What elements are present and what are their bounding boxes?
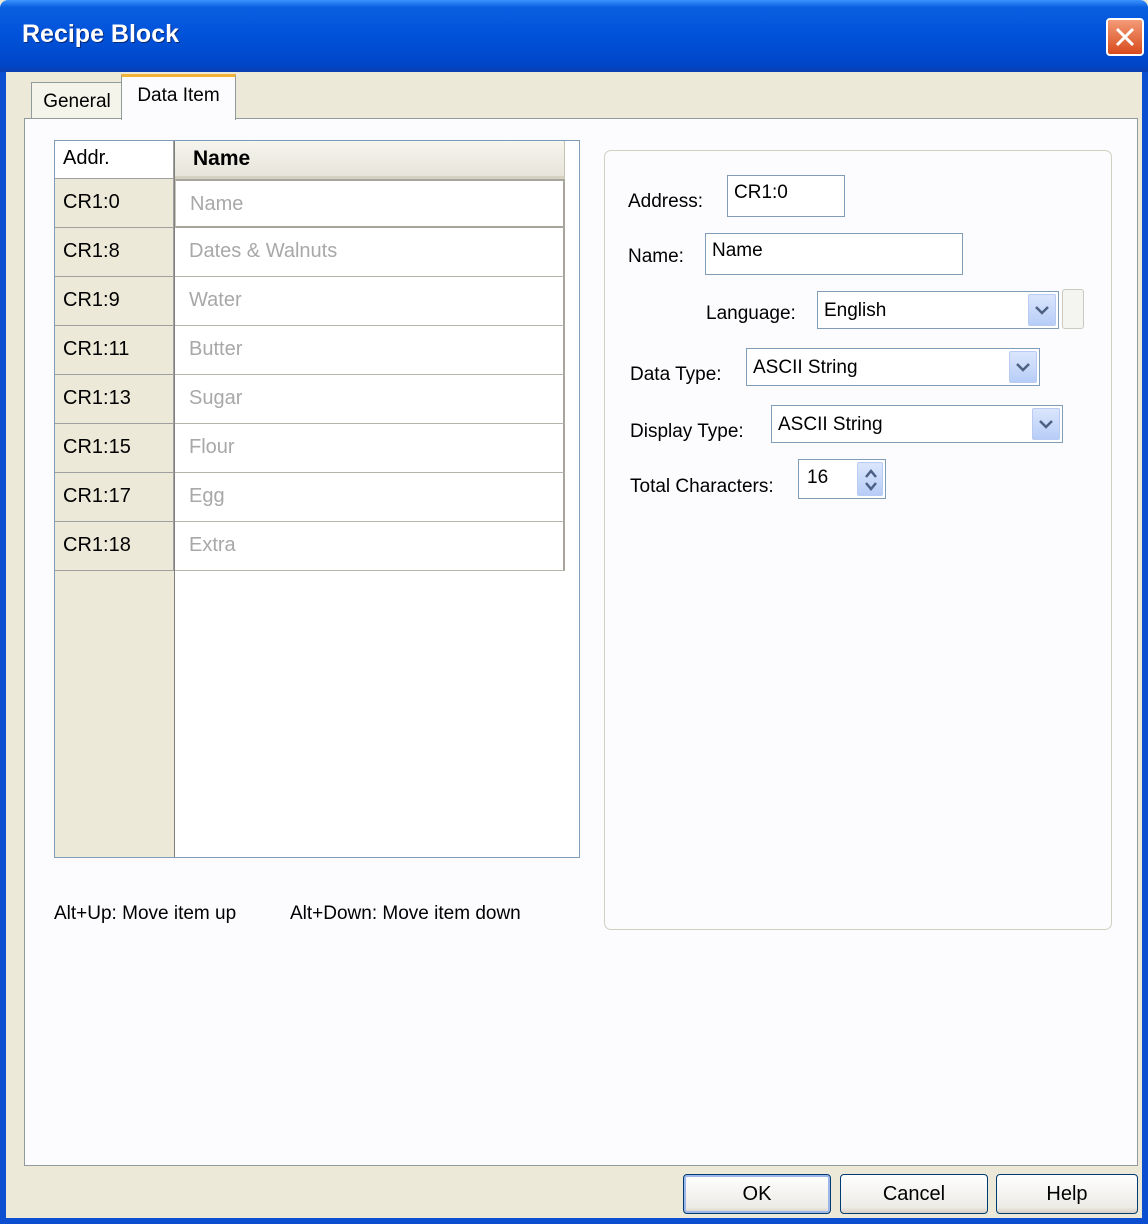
- row-name-cell[interactable]: Egg: [175, 473, 565, 522]
- data-type-label: Data Type:: [630, 364, 722, 385]
- row-name-cell[interactable]: Butter: [175, 326, 565, 375]
- table-row[interactable]: CR1:8 Dates & Walnuts: [55, 228, 565, 277]
- window-title: Recipe Block: [22, 20, 180, 48]
- row-addr: CR1:0: [55, 179, 174, 228]
- tab-data-item[interactable]: Data Item: [121, 74, 236, 120]
- window-frame-bottom: [0, 1218, 1148, 1224]
- table-row[interactable]: CR1:11 Butter: [55, 326, 565, 375]
- tab-general[interactable]: General: [31, 82, 123, 119]
- hint-move-up: Alt+Up: Move item up: [54, 903, 237, 924]
- chevron-down-icon: [1016, 363, 1030, 372]
- help-button[interactable]: Help: [996, 1174, 1138, 1214]
- language-select[interactable]: English: [817, 291, 1059, 329]
- table-row[interactable]: CR1:18 Extra: [55, 522, 565, 571]
- window-frame-right: [1142, 72, 1148, 1224]
- row-addr: CR1:8: [55, 228, 174, 277]
- row-name-cell[interactable]: Water: [175, 277, 565, 326]
- row-addr: CR1:13: [55, 375, 174, 424]
- row-addr: CR1:15: [55, 424, 174, 473]
- row-name-cell[interactable]: Flour: [175, 424, 565, 473]
- row-name-cell[interactable]: Extra: [175, 522, 565, 571]
- cancel-button[interactable]: Cancel: [840, 1174, 988, 1214]
- language-order-spinner[interactable]: [1062, 289, 1084, 329]
- table-row[interactable]: CR1:0 Name: [55, 179, 565, 228]
- address-label: Address:: [628, 191, 703, 212]
- window-frame-left: [0, 72, 6, 1224]
- total-characters-value: 16: [807, 467, 829, 488]
- dropdown-button[interactable]: [1028, 294, 1056, 326]
- name-column-header[interactable]: Name: [175, 141, 565, 179]
- close-button[interactable]: [1106, 18, 1144, 56]
- display-type-value: ASCII String: [778, 414, 883, 435]
- address-field[interactable]: CR1:0: [727, 175, 845, 217]
- row-addr: CR1:11: [55, 326, 174, 375]
- close-icon: [1115, 27, 1135, 47]
- display-type-label: Display Type:: [630, 421, 744, 442]
- display-type-select[interactable]: ASCII String: [771, 405, 1063, 443]
- total-characters-label: Total Characters:: [630, 476, 774, 497]
- name-field[interactable]: Name: [705, 233, 963, 275]
- ok-button[interactable]: OK: [683, 1174, 831, 1214]
- row-addr: CR1:9: [55, 277, 174, 326]
- chevron-down-icon: [1039, 420, 1053, 429]
- table-row[interactable]: CR1:17 Egg: [55, 473, 565, 522]
- row-name-cell[interactable]: Sugar: [175, 375, 565, 424]
- language-value: English: [824, 300, 887, 321]
- row-addr: CR1:18: [55, 522, 174, 571]
- table-row[interactable]: CR1:13 Sugar: [55, 375, 565, 424]
- dropdown-button[interactable]: [1009, 351, 1037, 383]
- data-type-select[interactable]: ASCII String: [746, 348, 1040, 386]
- title-bar: Recipe Block: [0, 0, 1148, 72]
- stepper-buttons[interactable]: [857, 462, 883, 496]
- row-name-cell[interactable]: Dates & Walnuts: [175, 228, 565, 277]
- language-label: Language:: [706, 303, 796, 324]
- data-type-value: ASCII String: [753, 357, 858, 378]
- table-row[interactable]: CR1:15 Flour: [55, 424, 565, 473]
- name-label: Name:: [628, 246, 684, 267]
- chevron-down-icon: [1035, 306, 1049, 315]
- row-name-cell[interactable]: Name: [175, 179, 565, 228]
- addr-column-header: Addr.: [55, 141, 174, 179]
- row-addr: CR1:17: [55, 473, 174, 522]
- dropdown-button[interactable]: [1032, 408, 1060, 440]
- hint-move-down: Alt+Down: Move item down: [290, 903, 521, 924]
- data-item-table[interactable]: Addr. Name CR1:0 Name CR1:8 Dates & Waln…: [54, 140, 580, 858]
- up-down-arrows-icon: [865, 469, 877, 491]
- total-characters-stepper[interactable]: 16: [798, 459, 886, 499]
- table-row[interactable]: CR1:9 Water: [55, 277, 565, 326]
